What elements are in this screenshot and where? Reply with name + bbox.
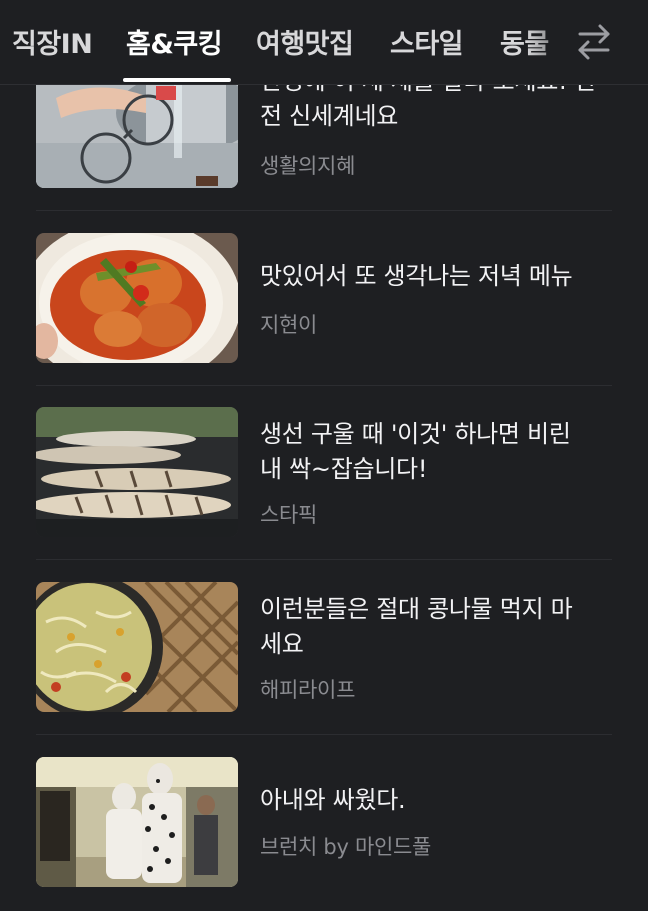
article-source: 지현이 [260,313,318,337]
title-line: 내 싹~잡습니다! [260,455,428,483]
title-line: 세요 [260,630,304,658]
title-line: 전 신세계네요 [260,102,399,130]
tab-style[interactable]: 스타일 [390,22,464,61]
divider [36,559,612,560]
thumbnail-image [36,233,238,363]
title-line: 이런분들은 절대 콩나물 먹지 마 [260,595,573,623]
title-line: 아내와 싸웠다. [260,786,406,814]
title-line: 생선 구울 때 '이것' 하나면 비린 [260,420,571,448]
tab-jikjang-in[interactable]: 직장IN [12,22,93,61]
thumbnail-image [36,582,238,712]
article-title: 생선 구울 때 '이것' 하나면 비린 내 싹~잡습니다! [260,417,620,487]
category-tab-bar: 직장IN 홈&쿠킹 여행맛집 스타일 동물 [0,0,648,85]
divider [36,385,612,386]
article-title: 이런분들은 절대 콩나물 먹지 마 세요 [260,592,620,662]
list-item[interactable]: 맛있어서 또 생각나는 저녁 메뉴 지현이 [36,233,612,363]
tab-home-cooking[interactable]: 홈&쿠킹 [126,22,223,61]
tab-travel-food[interactable]: 여행맛집 [256,22,354,61]
list-item[interactable]: 생선 구울 때 '이것' 하나면 비린 내 싹~잡습니다! 스타픽 [36,407,612,537]
title-line: 맛있어서 또 생각나는 저녁 메뉴 [260,262,573,290]
thumbnail-image [36,757,238,887]
page: 안경에 이 세 제를 발라 보세요! 완 전 신세계네요 생활의지혜 [0,0,648,911]
divider [36,734,612,735]
list-item[interactable]: 이런분들은 절대 콩나물 먹지 마 세요 해피라이프 [36,582,612,712]
divider [36,210,612,211]
list-item[interactable]: 아내와 싸웠다. 브런치 by 마인드풀 [36,757,612,887]
active-tab-indicator [123,78,231,82]
swap-arrows-icon[interactable] [576,22,612,62]
article-title: 아내와 싸웠다. [260,783,620,818]
article-source: 해피라이프 [260,678,356,702]
thumbnail-image [36,407,238,537]
article-source: 스타픽 [260,503,318,527]
article-source: 브런치 by 마인드풀 [260,835,432,859]
article-title: 맛있어서 또 생각나는 저녁 메뉴 [260,259,620,294]
article-source: 생활의지혜 [260,154,356,178]
